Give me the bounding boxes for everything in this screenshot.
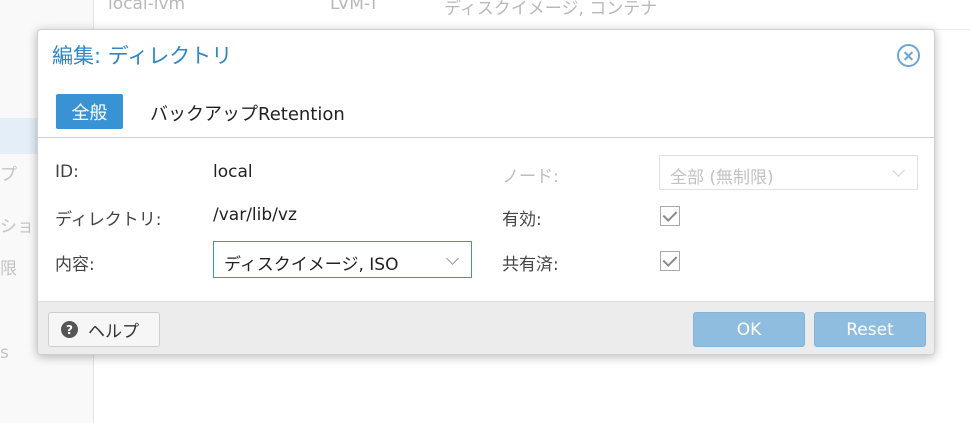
content-select[interactable]: ディスクイメージ, ISO — [213, 241, 472, 278]
background-table-row: local-lvm LVM-T ディスクイメージ, コンテナ — [94, 0, 970, 30]
node-select: 全部 (無制限) — [659, 155, 918, 190]
shared-label: 共有済: — [502, 255, 559, 275]
background-sidebar-fragment: ション — [0, 217, 30, 237]
background-cell-name: local-lvm — [108, 0, 186, 14]
id-value: local — [213, 162, 253, 182]
content-select-value: ディスクイメージ, ISO — [224, 255, 399, 275]
help-button-label: ヘルプ — [88, 322, 139, 342]
dialog-tabbar: 全般 バックアップRetention — [38, 80, 934, 138]
id-label: ID: — [55, 162, 79, 182]
directory-value: /var/lib/vz — [213, 205, 297, 225]
reset-button[interactable]: Reset — [814, 312, 926, 347]
help-button[interactable]: ? ヘルプ — [48, 312, 160, 347]
dialog-header: 編集: ディレクトリ — [38, 30, 934, 80]
content-label: 内容: — [55, 255, 95, 275]
close-icon[interactable] — [897, 44, 920, 67]
tab-backup-retention[interactable]: バックアップRetention — [150, 100, 345, 126]
node-select-value: 全部 (無制限) — [670, 168, 774, 188]
node-label: ノード: — [502, 167, 559, 187]
ok-button[interactable]: OK — [693, 312, 805, 347]
chevron-down-icon — [892, 164, 905, 177]
background-cell-type: LVM-T — [330, 0, 379, 14]
shared-checkbox[interactable] — [660, 251, 680, 271]
dialog-form: ID: local ディレクトリ: /var/lib/vz 内容: ディスクイメ… — [38, 138, 934, 301]
chevron-down-icon[interactable] — [446, 252, 459, 265]
background-cell-content: ディスクイメージ, コンテナ — [444, 0, 658, 19]
tab-general[interactable]: 全般 — [56, 94, 123, 129]
directory-label: ディレクトリ: — [55, 210, 162, 230]
question-icon: ? — [61, 321, 78, 338]
dialog-footer: ? ヘルプ OK Reset — [38, 301, 934, 354]
dialog-title: 編集: ディレクトリ — [52, 44, 233, 68]
background-sidebar-fragment: 限 — [0, 259, 17, 279]
background-sidebar-fragment: プ — [0, 165, 17, 185]
edit-directory-dialog: 編集: ディレクトリ 全般 バックアップRetention ID: local … — [37, 29, 935, 355]
background-sidebar-fragment: s — [0, 343, 9, 363]
enabled-label: 有効: — [502, 210, 542, 230]
enabled-checkbox[interactable] — [660, 206, 680, 226]
